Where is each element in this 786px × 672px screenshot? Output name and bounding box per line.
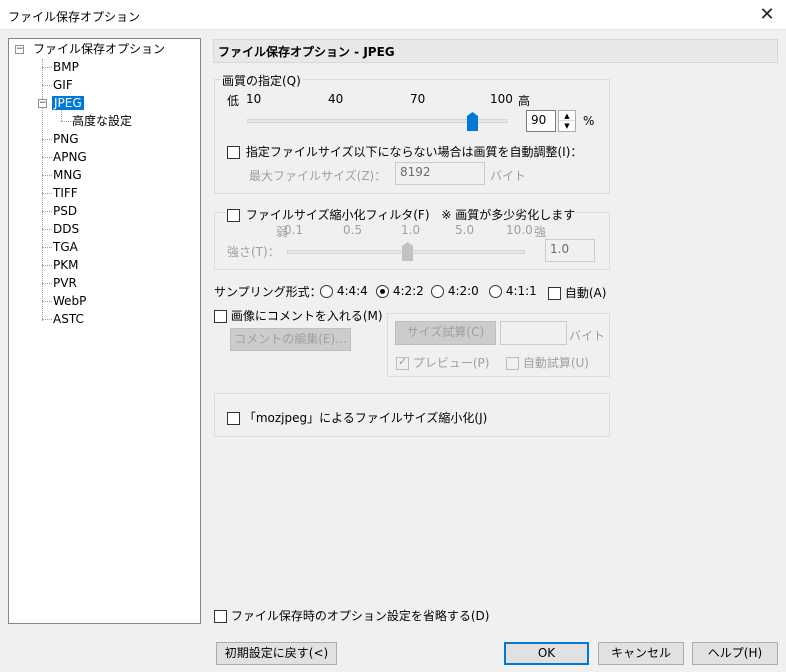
tree-item-apng[interactable]: APNG [53, 149, 87, 165]
filter-strong-label: 強 [534, 225, 547, 239]
spin-up-icon[interactable]: ▲ [559, 111, 575, 121]
sampling-411-label: 4:1:1 [505, 284, 537, 298]
filter-note: ※ 画質が多少劣化します [441, 208, 576, 222]
size-test-unit: バイト [569, 329, 606, 343]
tree-item-advanced[interactable]: 高度な設定 [72, 113, 132, 129]
auto-test-checkbox[interactable] [506, 357, 519, 370]
collapse-icon[interactable]: − [38, 99, 47, 108]
skip-option-row[interactable]: ファイル保存時のオプション設定を省略する(D) [214, 607, 489, 624]
tree-item-bmp[interactable]: BMP [53, 59, 79, 75]
cancel-button[interactable]: キャンセル [598, 642, 684, 665]
sampling-420-label: 4:2:0 [447, 284, 479, 298]
filter-checkbox[interactable] [227, 209, 240, 222]
skip-option-label: ファイル保存時のオプション設定を省略する(D) [230, 609, 490, 623]
sampling-444[interactable]: 4:4:4 [320, 284, 368, 298]
quality-tick: 100 [490, 92, 513, 106]
filter-tick: 10.0 [506, 223, 533, 237]
sampling-444-radio[interactable] [320, 285, 333, 298]
quality-spinner[interactable]: ▲ ▼ [558, 110, 576, 132]
size-test-button[interactable]: サイズ試算(C) [395, 321, 496, 345]
collapse-icon[interactable]: − [15, 45, 24, 54]
title-bar: ファイル保存オプション ✕ [0, 0, 786, 30]
help-button[interactable]: ヘルプ(H) [692, 642, 778, 665]
filter-strength-input[interactable]: 1.0 [545, 239, 595, 262]
tree-item-psd[interactable]: PSD [53, 203, 77, 219]
tree-item-tga[interactable]: TGA [53, 239, 78, 255]
sampling-auto-label: 自動(A) [564, 286, 607, 300]
filter-tick: 0.1 [284, 223, 304, 237]
mozjpeg-checkbox[interactable] [227, 412, 240, 425]
sampling-422[interactable]: 4:2:2 [376, 284, 424, 298]
quality-slider-thumb[interactable] [467, 112, 478, 131]
size-test-result [500, 321, 567, 345]
quality-tick: 40 [328, 92, 344, 106]
filter-strength-label: 強さ(T)： [227, 245, 280, 259]
tree-root[interactable]: ファイル保存オプション [33, 41, 165, 57]
tree-item-astc[interactable]: ASTC [53, 311, 84, 327]
window-title: ファイル保存オプション [8, 10, 141, 24]
tree-item-pkm[interactable]: PKM [53, 257, 78, 273]
sampling-label: サンプリング形式： [214, 285, 322, 299]
tree-item-gif[interactable]: GIF [53, 77, 73, 93]
auto-test-label: 自動試算(U) [522, 356, 589, 370]
sampling-auto[interactable]: 自動(A) [548, 284, 606, 301]
sampling-auto-checkbox[interactable] [548, 287, 561, 300]
quality-value-input[interactable]: 90 [526, 110, 556, 132]
sampling-422-radio[interactable] [376, 285, 389, 298]
sampling-411-radio[interactable] [489, 285, 502, 298]
spin-down-icon[interactable]: ▼ [559, 121, 575, 131]
autosize-row[interactable]: 指定ファイルサイズ以下にならない場合は画質を自動調整(I)： [227, 143, 582, 160]
options-tree[interactable]: − ファイル保存オプション BMP GIF − JPEG 高度な設定 PNG A… [8, 38, 201, 624]
max-size-label: 最大ファイルサイズ(Z)： [249, 169, 387, 183]
reset-defaults-button[interactable]: 初期設定に戻す(<) [216, 642, 337, 665]
tree-item-mng[interactable]: MNG [53, 167, 82, 183]
tree-root-label: ファイル保存オプション [33, 42, 166, 56]
sampling-420-radio[interactable] [431, 285, 444, 298]
filter-tick: 1.0 [401, 223, 421, 237]
filter-label: ファイルサイズ縮小化フィルタ(F) [245, 208, 430, 222]
preview-checkbox[interactable] [396, 355, 409, 370]
skip-option-checkbox[interactable] [214, 610, 227, 623]
comment-label: 画像にコメントを入れる(M) [230, 309, 383, 323]
filter-slider-thumb[interactable] [402, 242, 413, 261]
autosize-checkbox[interactable] [227, 146, 240, 159]
tree-item-tiff[interactable]: TIFF [53, 185, 78, 201]
tree-item-pvr[interactable]: PVR [53, 275, 77, 291]
quality-tick: 10 [246, 92, 262, 106]
sampling-444-label: 4:4:4 [336, 284, 368, 298]
close-icon[interactable]: ✕ [754, 2, 780, 28]
filter-tick: 0.5 [343, 223, 363, 237]
comment-checkbox[interactable] [214, 310, 227, 323]
max-size-unit: バイト [490, 169, 527, 183]
tree-item-png[interactable]: PNG [53, 131, 79, 147]
autosize-label: 指定ファイルサイズ以下にならない場合は画質を自動調整(I)： [245, 145, 583, 159]
quality-low-label: 低 [227, 94, 240, 108]
quality-high-label: 高 [518, 94, 531, 108]
sampling-420[interactable]: 4:2:0 [431, 284, 479, 298]
edit-comment-button[interactable]: コメントの編集(E)... [230, 328, 351, 351]
tree-item-dds[interactable]: DDS [53, 221, 79, 237]
tree-item-webp[interactable]: WebP [53, 293, 86, 309]
mozjpeg-row[interactable]: 「mozjpeg」によるファイルサイズ縮小化(J) [227, 409, 487, 426]
filter-tick: 5.0 [455, 223, 475, 237]
ok-button[interactable]: OK [504, 642, 589, 665]
preview-row[interactable]: プレビュー(P) [396, 354, 489, 371]
max-size-input[interactable]: 8192 [395, 162, 485, 185]
panel-header: ファイル保存オプション - JPEG [213, 39, 778, 63]
sampling-422-label: 4:2:2 [392, 284, 424, 298]
sampling-411[interactable]: 4:1:1 [489, 284, 537, 298]
auto-test-row[interactable]: 自動試算(U) [506, 354, 589, 371]
tree-item-jpeg[interactable]: JPEG [52, 95, 84, 111]
quality-group-title: 画質の指定(Q) [220, 72, 303, 89]
quality-tick: 70 [410, 92, 426, 106]
comment-row[interactable]: 画像にコメントを入れる(M) [214, 307, 383, 324]
quality-unit: % [583, 114, 595, 128]
preview-label: プレビュー(P) [412, 356, 490, 370]
filter-row[interactable]: ファイルサイズ縮小化フィルタ(F) ※ 画質が多少劣化します [225, 206, 578, 223]
mozjpeg-label: 「mozjpeg」によるファイルサイズ縮小化(J) [243, 411, 488, 425]
